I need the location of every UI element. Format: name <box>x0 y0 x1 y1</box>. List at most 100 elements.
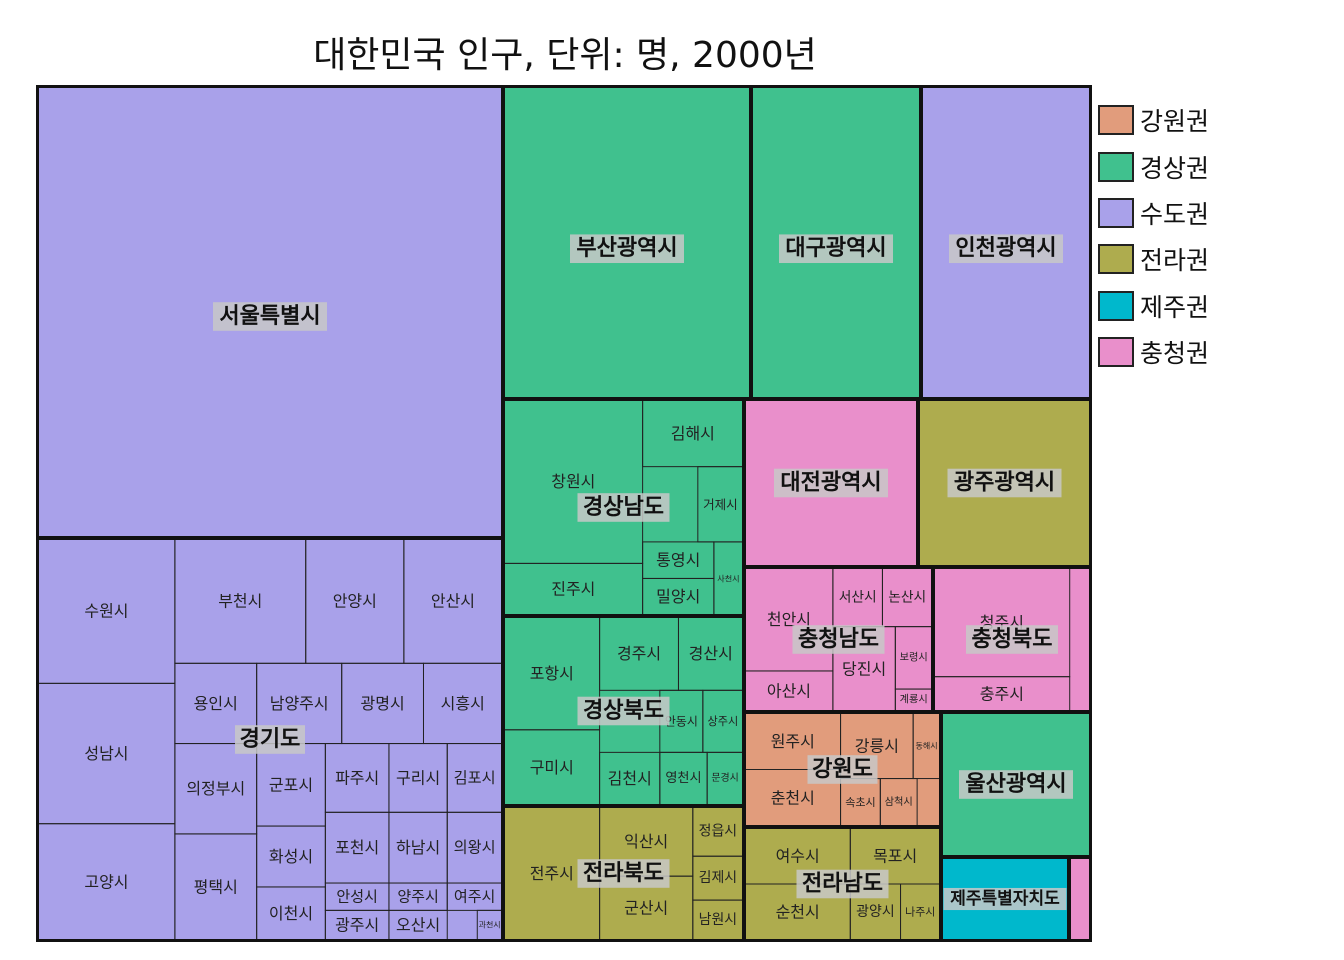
subregion-label: 진주시 <box>551 580 595 599</box>
subregion-label: 화성시 <box>269 847 313 866</box>
subregion-label: 의왕시 <box>454 839 496 857</box>
subregion-label: 광명시 <box>361 694 405 713</box>
region-label: 제주특별자치도 <box>950 889 1060 909</box>
subregion-label: 김해시 <box>671 424 715 443</box>
legend-item: 수도권 <box>1098 190 1298 236</box>
region-rect <box>1070 858 1090 940</box>
subregion-label: 순천시 <box>776 903 820 922</box>
subregion-label: 남양주시 <box>270 694 329 713</box>
legend-label: 수도권 <box>1140 199 1210 229</box>
subregion-label: 김포시 <box>454 769 496 787</box>
subregion-label: 군포시 <box>269 775 313 794</box>
region-label: 대구광역시 <box>785 236 886 261</box>
region-label: 전라북도 <box>583 861 664 886</box>
subregion-label: 용인시 <box>194 694 238 713</box>
subregion-label: 서산시 <box>839 589 877 605</box>
subregion-label: 충주시 <box>980 684 1024 703</box>
subregion-label: 삼척시 <box>885 796 913 808</box>
legend-swatch <box>1098 337 1134 368</box>
region-label: 부산광역시 <box>576 236 677 261</box>
subregion-label: 오산시 <box>396 916 440 935</box>
region-label: 광주광역시 <box>954 471 1055 496</box>
subregion-label: 여수시 <box>776 847 820 866</box>
subregion-label: 춘천시 <box>771 788 815 807</box>
subregion-label: 구미시 <box>530 758 574 777</box>
legend-label: 충청권 <box>1140 339 1210 369</box>
subregion-label: 광주시 <box>335 916 379 935</box>
subregion-label: 밀양시 <box>656 587 700 606</box>
subregion-label: 계룡시 <box>900 694 928 706</box>
subregion-label: 전주시 <box>530 864 574 883</box>
region-label: 충청북도 <box>972 627 1053 652</box>
legend-item: 강원권 <box>1098 97 1298 143</box>
region-label: 대전광역시 <box>780 471 881 496</box>
legend-item: 경상권 <box>1098 143 1298 189</box>
subregion-label: 시흥시 <box>441 694 485 713</box>
legend: 강원권 경상권 수도권 전라권 제주권 충청권 <box>1098 97 1298 375</box>
subregion-label: 원주시 <box>771 732 815 751</box>
subregion-label: 남원시 <box>699 912 737 928</box>
region-label: 서울특별시 <box>219 304 320 329</box>
subregion-label: 고양시 <box>84 872 128 891</box>
subregion-label: 군산시 <box>624 899 668 918</box>
subregion-label: 성남시 <box>84 744 128 763</box>
subregion-label: 보령시 <box>900 651 928 663</box>
legend-item: 제주권 <box>1098 283 1298 329</box>
subregion-label: 상주시 <box>708 715 739 728</box>
legend-label: 제주권 <box>1140 292 1210 322</box>
subregion-label: 이천시 <box>269 904 313 923</box>
legend-swatch <box>1098 244 1134 275</box>
region-label: 경상북도 <box>583 699 664 724</box>
subregion-label: 양주시 <box>397 888 439 906</box>
subregion-label: 경주시 <box>617 644 661 663</box>
region-label: 울산광역시 <box>965 772 1066 797</box>
subregion-label: 당진시 <box>842 659 886 678</box>
subregion-label: 아산시 <box>767 681 811 700</box>
region-label: 인천광역시 <box>955 236 1056 261</box>
legend-item: 전라권 <box>1098 236 1298 282</box>
subregion-label: 익산시 <box>624 832 668 851</box>
subregion-label: 논산시 <box>888 589 926 605</box>
legend-label: 경상권 <box>1140 153 1210 183</box>
region-label: 경상남도 <box>583 495 664 520</box>
subregion-label: 영천시 <box>665 770 701 786</box>
subregion-label: 목포시 <box>873 847 917 866</box>
subregion-label: 거제시 <box>703 497 738 512</box>
subregion-label: 안동시 <box>665 714 698 728</box>
legend-swatch <box>1098 290 1134 321</box>
subregion-label: 안산시 <box>431 592 475 611</box>
subregion-label: 여주시 <box>454 888 496 906</box>
subregion-label: 안양시 <box>333 592 377 611</box>
subregion-label: 파주시 <box>335 768 379 787</box>
subregion-label: 동해시 <box>916 740 938 750</box>
legend-label: 강원권 <box>1140 107 1210 137</box>
subregion-label: 포항시 <box>530 664 574 683</box>
subregion-label: 포천시 <box>335 838 379 857</box>
subregion-label: 속초시 <box>845 796 876 809</box>
legend-swatch <box>1098 197 1134 228</box>
subregion-label: 과천시 <box>479 920 501 930</box>
subregion-label: 안성시 <box>336 888 378 906</box>
subregion-label: 부천시 <box>218 592 262 611</box>
subregion-label: 구리시 <box>396 768 440 787</box>
subregion-label: 수원시 <box>84 602 128 621</box>
region-label: 충청남도 <box>798 627 879 652</box>
subregion-label: 나주시 <box>905 906 935 919</box>
region-label: 전라남도 <box>802 872 883 897</box>
region-label: 경기도 <box>240 727 301 752</box>
legend-label: 전라권 <box>1140 246 1210 276</box>
subregion-label: 정읍시 <box>699 824 737 840</box>
subregion-label: 강릉시 <box>855 736 899 755</box>
subregion-label: 의정부시 <box>186 779 245 798</box>
subregion-label: 광양시 <box>856 904 894 920</box>
subregion-label: 경산시 <box>689 644 733 663</box>
subregion-label: 김천시 <box>608 769 652 788</box>
subregion-label: 하남시 <box>396 838 440 857</box>
subregion-label: 평택시 <box>194 877 238 896</box>
legend-item: 충청권 <box>1098 329 1298 375</box>
subregion-label: 통영시 <box>656 551 700 570</box>
subregion-label: 김제시 <box>699 870 737 886</box>
subregion-label: 창원시 <box>551 472 595 491</box>
region-label: 강원도 <box>812 757 873 782</box>
subregion-label: 문경시 <box>711 771 738 784</box>
